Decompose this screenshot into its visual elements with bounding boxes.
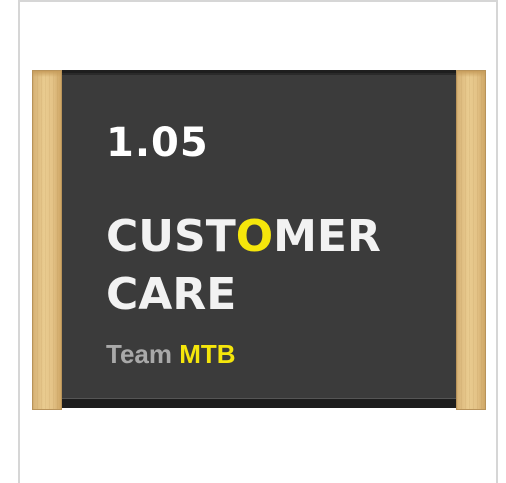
wood-end-cap-left — [32, 70, 62, 410]
room-number: 1.05 — [106, 120, 209, 166]
title-line-1-part1: CUST — [106, 211, 236, 262]
title-line-1-part2: MER — [273, 211, 381, 262]
door-sign: 1.05 CUSTOMER CARE Team MTB — [32, 70, 486, 410]
wood-end-cap-right — [456, 70, 486, 410]
team-line: Team MTB — [106, 341, 236, 367]
title-accent-letter: O — [235, 211, 274, 262]
panel-bottom-rail — [56, 398, 468, 408]
title-line-1: CUSTOMER — [106, 215, 381, 259]
title-line-2: CARE — [106, 269, 237, 320]
sign-panel: 1.05 CUSTOMER CARE Team MTB — [56, 73, 468, 401]
team-label: Team — [106, 339, 172, 369]
team-name: MTB — [179, 339, 236, 369]
